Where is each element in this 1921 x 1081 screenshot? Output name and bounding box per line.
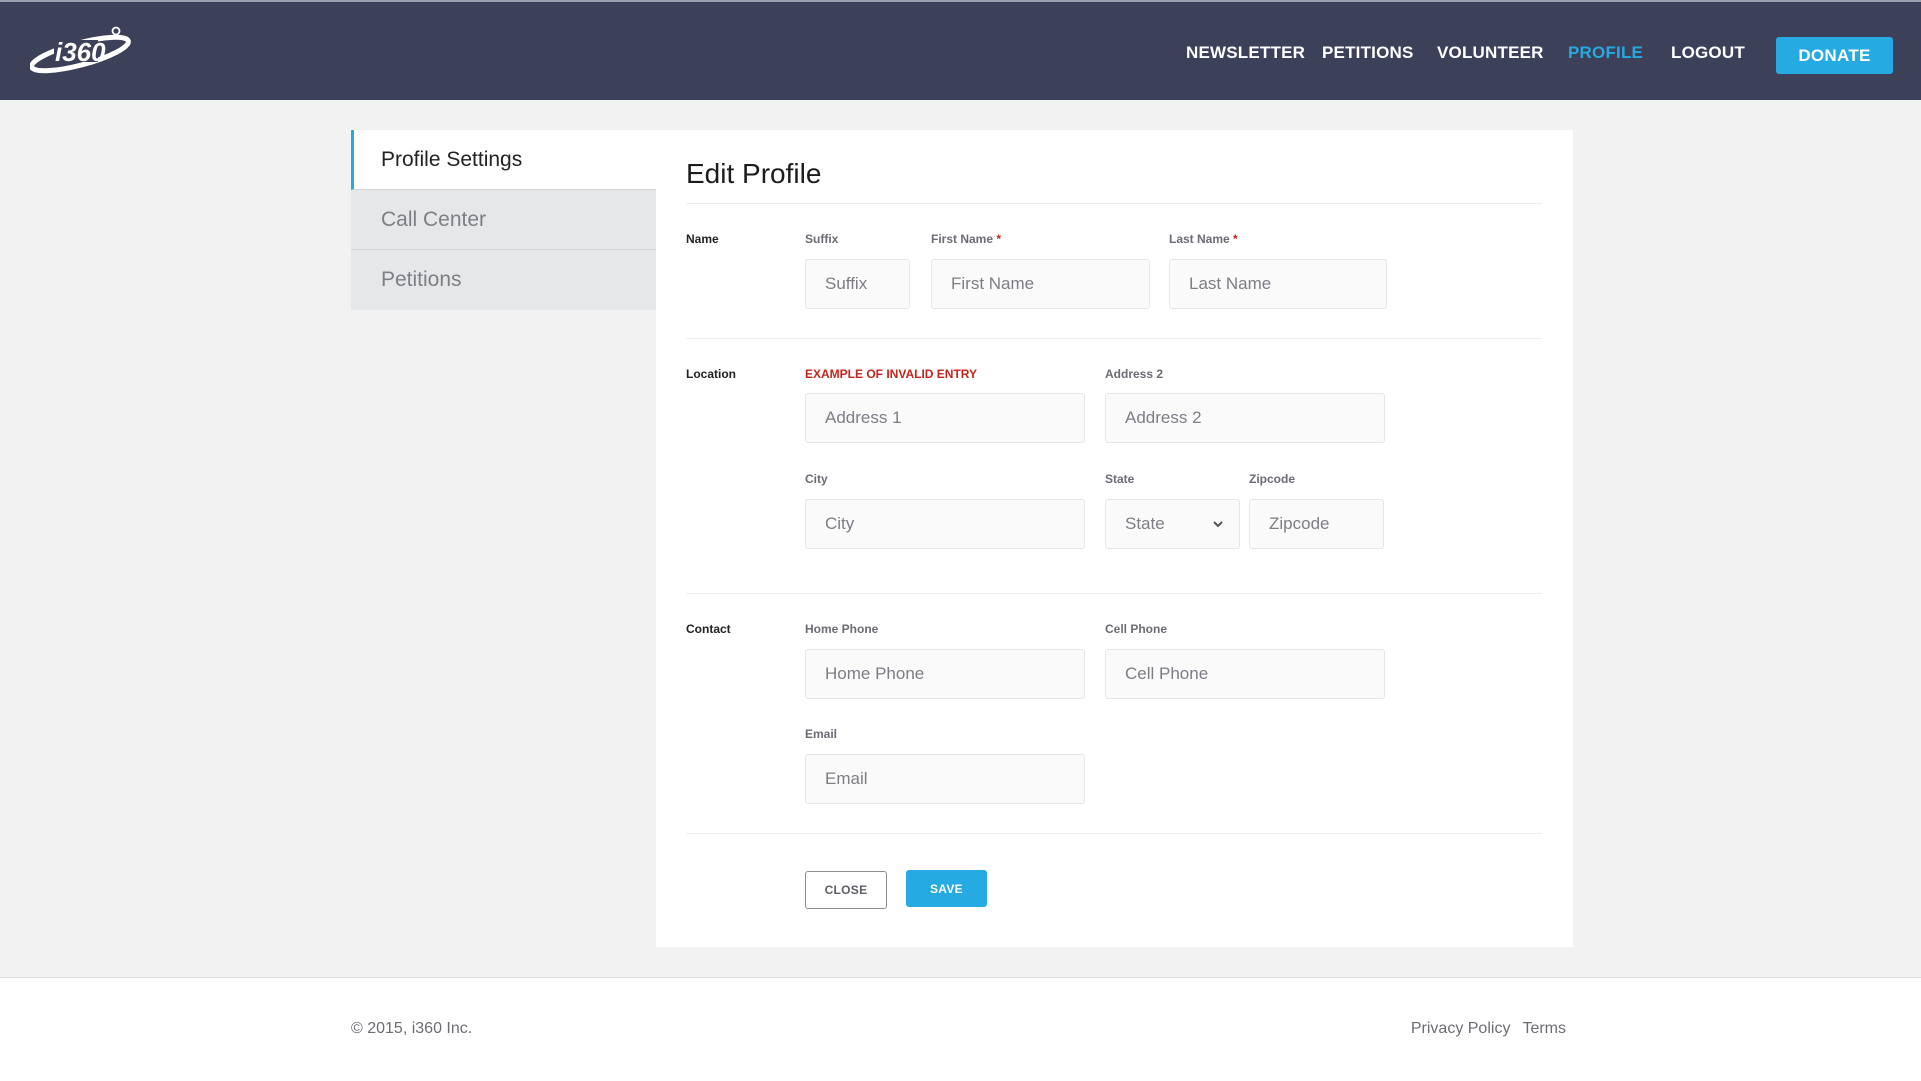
suffix-label: Suffix — [805, 232, 839, 246]
copyright-text: © 2015, i360 Inc. — [351, 1020, 473, 1037]
nav-newsletter[interactable]: NEWSLETTER — [1186, 43, 1305, 63]
last-name-input[interactable] — [1169, 259, 1387, 309]
sidebar-item-profile-settings[interactable]: Profile Settings — [351, 130, 656, 190]
terms-link[interactable]: Terms — [1522, 1020, 1566, 1038]
email-label: Email — [805, 727, 838, 741]
address2-label: Address 2 — [1105, 367, 1164, 381]
section-divider — [686, 833, 1542, 834]
nav-profile[interactable]: PROFILE — [1568, 43, 1643, 63]
address1-error-label: EXAMPLE OF INVALID ENTRY — [805, 367, 978, 381]
suffix-input[interactable] — [805, 259, 910, 309]
nav-petitions[interactable]: PETITIONS — [1322, 43, 1414, 63]
chevron-down-icon — [1213, 521, 1223, 528]
i360-logo-icon: i360 — [29, 26, 131, 74]
address2-input[interactable] — [1105, 393, 1385, 443]
city-label: City — [805, 472, 828, 486]
first-name-label: First Name * — [931, 232, 1001, 246]
required-asterisk: * — [996, 232, 1002, 246]
first-name-label-text: First Name — [931, 232, 994, 246]
sidebar-item-label: Petitions — [381, 268, 462, 291]
home-phone-label: Home Phone — [805, 622, 879, 636]
donate-button[interactable]: DONATE — [1776, 37, 1893, 74]
zipcode-input[interactable] — [1249, 499, 1384, 549]
address1-input[interactable] — [805, 393, 1085, 443]
save-button[interactable]: SAVE — [906, 870, 987, 907]
email-input[interactable] — [805, 754, 1085, 804]
privacy-policy-link[interactable]: Privacy Policy — [1411, 1020, 1511, 1038]
footer: © 2015, i360 Inc. Privacy Policy Terms — [0, 977, 1921, 1081]
section-label-name: Name — [686, 232, 719, 246]
title-divider — [686, 203, 1542, 204]
footer-links: Privacy Policy Terms — [1411, 1020, 1566, 1038]
state-select[interactable]: State — [1105, 499, 1240, 549]
last-name-label-text: Last Name — [1169, 232, 1230, 246]
zipcode-label: Zipcode — [1249, 472, 1296, 486]
i360-logo[interactable]: i360 — [29, 24, 138, 76]
close-button[interactable]: CLOSE — [805, 871, 887, 909]
required-asterisk: * — [1233, 232, 1238, 246]
sidebar-item-label: Profile Settings — [381, 147, 523, 171]
sidebar-item-call-center[interactable]: Call Center — [351, 190, 656, 250]
state-label: State — [1105, 472, 1135, 486]
section-divider — [686, 593, 1542, 594]
logo-text: i360 — [55, 37, 106, 67]
cell-phone-label: Cell Phone — [1105, 622, 1168, 636]
section-label-location: Location — [686, 367, 736, 381]
section-label-contact: Contact — [686, 622, 731, 636]
edit-profile-panel: Edit Profile Name Suffix First Name * La… — [656, 130, 1573, 947]
sidebar-item-petitions[interactable]: Petitions — [351, 250, 656, 310]
home-phone-input[interactable] — [805, 649, 1085, 699]
nav-volunteer[interactable]: VOLUNTEER — [1437, 43, 1544, 63]
city-input[interactable] — [805, 499, 1085, 549]
state-select-value: State — [1125, 514, 1165, 533]
top-navbar: i360 NEWSLETTER PETITIONS VOLUNTEER PROF… — [0, 0, 1921, 100]
first-name-input[interactable] — [931, 259, 1150, 309]
page-title: Edit Profile — [686, 158, 822, 189]
section-divider — [686, 338, 1542, 339]
sidebar-item-label: Call Center — [381, 207, 487, 231]
settings-sidebar: Profile Settings Call Center Petitions — [351, 130, 656, 310]
cell-phone-input[interactable] — [1105, 649, 1385, 699]
nav-logout[interactable]: LOGOUT — [1671, 43, 1745, 63]
last-name-label: Last Name * — [1169, 232, 1238, 246]
